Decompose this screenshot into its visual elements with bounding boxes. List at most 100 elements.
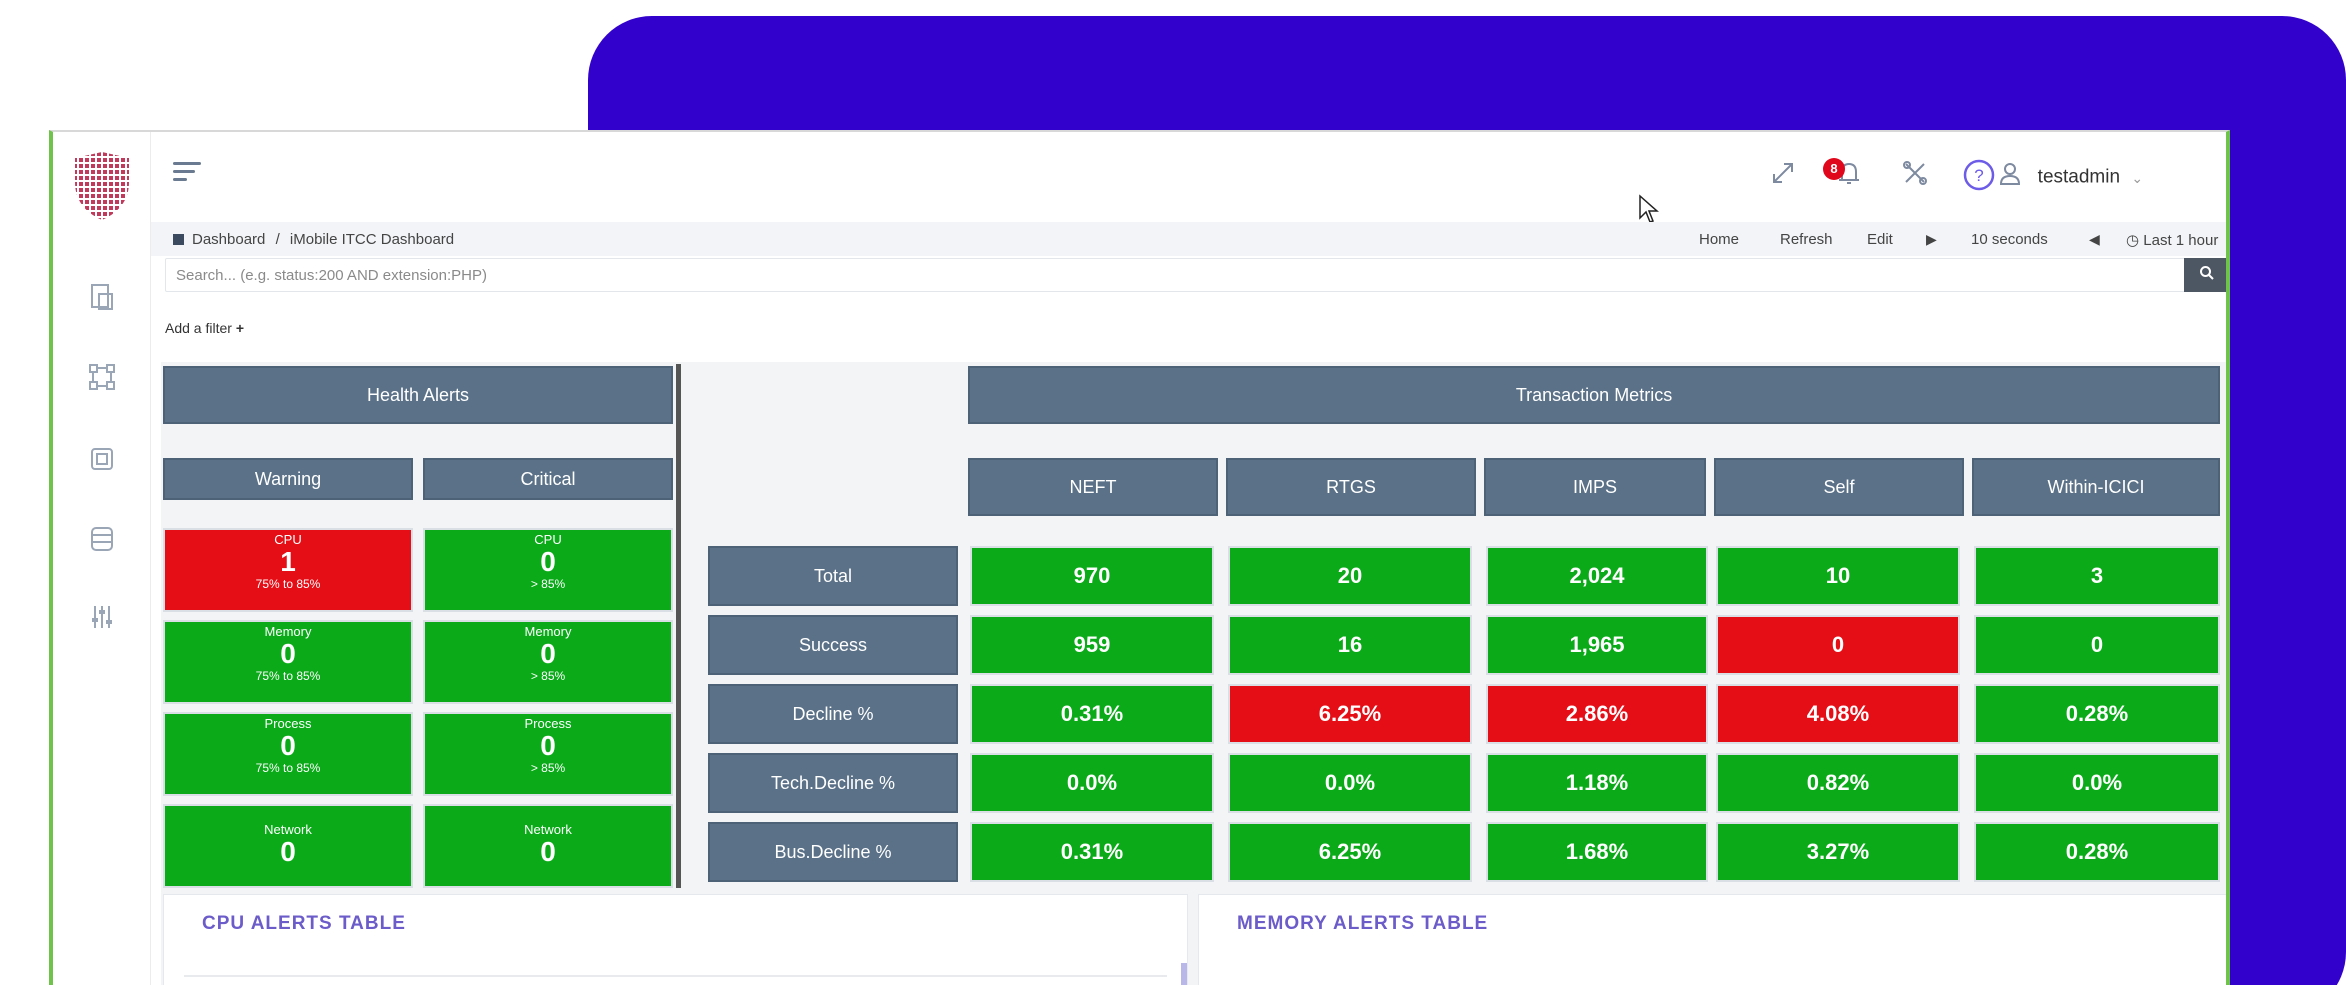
panel-divider [676,364,681,888]
play-icon[interactable]: ▶ [1926,231,1937,248]
metric-cell[interactable]: 1.18% [1486,753,1708,813]
time-range-picker[interactable]: ◷ Last 1 hour [2126,231,2218,249]
metric-cell[interactable]: 0.28% [1974,684,2220,744]
metric-cell[interactable]: 0.0% [970,753,1214,813]
tile-label: Process [264,716,312,731]
sliders-icon[interactable] [87,602,117,632]
row-label: Bus.Decline % [708,822,958,882]
critical-process-tile[interactable]: Process 0 > 85% [423,712,673,796]
warning-cpu-tile[interactable]: CPU 1 75% to 85% [163,528,413,612]
tile-value: 0 [540,836,556,867]
metric-cell[interactable]: 1.68% [1486,822,1708,882]
chevron-left-icon[interactable]: ◀ [2089,231,2100,248]
memory-alerts-title: MEMORY ALERTS TABLE [1237,913,1489,934]
mouse-cursor-icon [1639,194,1659,223]
tile-value: 0 [540,638,556,669]
search-input[interactable] [166,259,2197,291]
cpu-alerts-title: CPU ALERTS TABLE [202,913,406,934]
tile-value: 1 [280,546,296,577]
warning-network-tile[interactable]: Network 0 [163,804,413,888]
tools-icon[interactable] [1897,158,1933,194]
metric-cell[interactable]: 3.27% [1716,822,1960,882]
dashboard-toolbar: Dashboard / iMobile ITCC Dashboard Home … [151,222,2226,256]
tile-range: > 85% [530,761,566,775]
metric-cell[interactable]: 1,965 [1486,615,1708,675]
tile-range: > 85% [530,669,566,683]
metric-cell[interactable]: 0.82% [1716,753,1960,813]
fullscreen-icon[interactable] [1765,158,1801,194]
time-range-label: Last 1 hour [2143,232,2219,249]
metric-cell[interactable]: 4.08% [1716,684,1960,744]
row-label: Tech.Decline % [708,753,958,813]
user-menu[interactable]: testadmin ⌄ [1999,162,2143,193]
metric-cell[interactable]: 20 [1228,546,1472,606]
help-icon[interactable]: ? [1961,158,1997,194]
notification-badge: 8 [1823,158,1845,180]
metric-cell[interactable]: 0.31% [970,822,1214,882]
metric-cell[interactable]: 970 [970,546,1214,606]
breadcrumb-root[interactable]: Dashboard [192,231,265,248]
tile-label: CPU [534,532,562,547]
tile-range: 75% to 85% [255,761,321,775]
metric-cell[interactable]: 3 [1974,546,2220,606]
col-header-neft: NEFT [968,458,1218,516]
col-header-within-icici: Within-ICICI [1972,458,2220,516]
cpu-alerts-card: CPU ALERTS TABLE [163,894,1188,985]
metric-cell[interactable]: 0.0% [1974,753,2220,813]
metric-cell[interactable]: 0.28% [1974,822,2220,882]
tile-value: 0 [280,730,296,761]
home-link[interactable]: Home [1699,231,1739,248]
chevron-down-icon: ⌄ [2131,169,2144,186]
scrollbar[interactable] [1181,963,1187,985]
search-button[interactable] [2184,258,2226,292]
metric-cell[interactable]: 16 [1228,615,1472,675]
tile-value: 0 [280,638,296,669]
tile-label: CPU [274,532,302,547]
metric-cell[interactable]: 6.25% [1228,822,1472,882]
row-label: Success [708,615,958,675]
network-icon[interactable] [87,362,117,392]
interval-select[interactable]: 10 seconds [1971,231,2048,248]
metric-cell[interactable]: 6.25% [1228,684,1472,744]
breadcrumb-separator: / [275,231,280,248]
brand-logo [75,152,129,220]
search-icon [2200,266,2214,280]
reports-icon[interactable] [87,282,117,312]
critical-network-tile[interactable]: Network 0 [423,804,673,888]
tile-label: Memory [264,624,312,639]
chip-icon[interactable] [87,444,117,474]
card-divider [184,975,1167,977]
metric-cell[interactable]: 959 [970,615,1214,675]
refresh-link[interactable]: Refresh [1780,231,1833,248]
add-filter-label: Add a filter [165,320,232,336]
tile-label: Memory [524,624,572,639]
row-label: Decline % [708,684,958,744]
metric-cell[interactable]: 0.0% [1228,753,1472,813]
health-alerts-header: Health Alerts [163,366,673,424]
username: testadmin [2037,166,2121,188]
critical-cpu-tile[interactable]: CPU 0 > 85% [423,528,673,612]
search-bar [165,258,2198,292]
metric-cell[interactable]: 0 [1974,615,2220,675]
row-label: Total [708,546,958,606]
metric-cell[interactable]: 2,024 [1486,546,1708,606]
tile-range: 75% to 85% [255,669,321,683]
edit-link[interactable]: Edit [1867,231,1893,248]
warning-memory-tile[interactable]: Memory 0 75% to 85% [163,620,413,704]
clock-icon: ◷ [2126,232,2144,249]
critical-memory-tile[interactable]: Memory 0 > 85% [423,620,673,704]
critical-header: Critical [423,458,673,500]
metric-cell[interactable]: 0.31% [970,684,1214,744]
database-icon[interactable] [87,524,117,554]
tile-value: 0 [540,546,556,577]
warning-process-tile[interactable]: Process 0 75% to 85% [163,712,413,796]
tile-range: > 85% [530,577,566,591]
menu-toggle-icon[interactable] [173,162,201,184]
tile-label: Process [524,716,572,731]
add-filter-link[interactable]: Add a filter + [165,320,244,336]
metric-cell[interactable]: 0 [1716,615,1960,675]
metric-cell[interactable]: 2.86% [1486,684,1708,744]
app-window: 8 ? testadmin ⌄ Dashboard / iMobile ITCC… [49,130,2230,985]
col-header-self: Self [1714,458,1964,516]
metric-cell[interactable]: 10 [1716,546,1960,606]
